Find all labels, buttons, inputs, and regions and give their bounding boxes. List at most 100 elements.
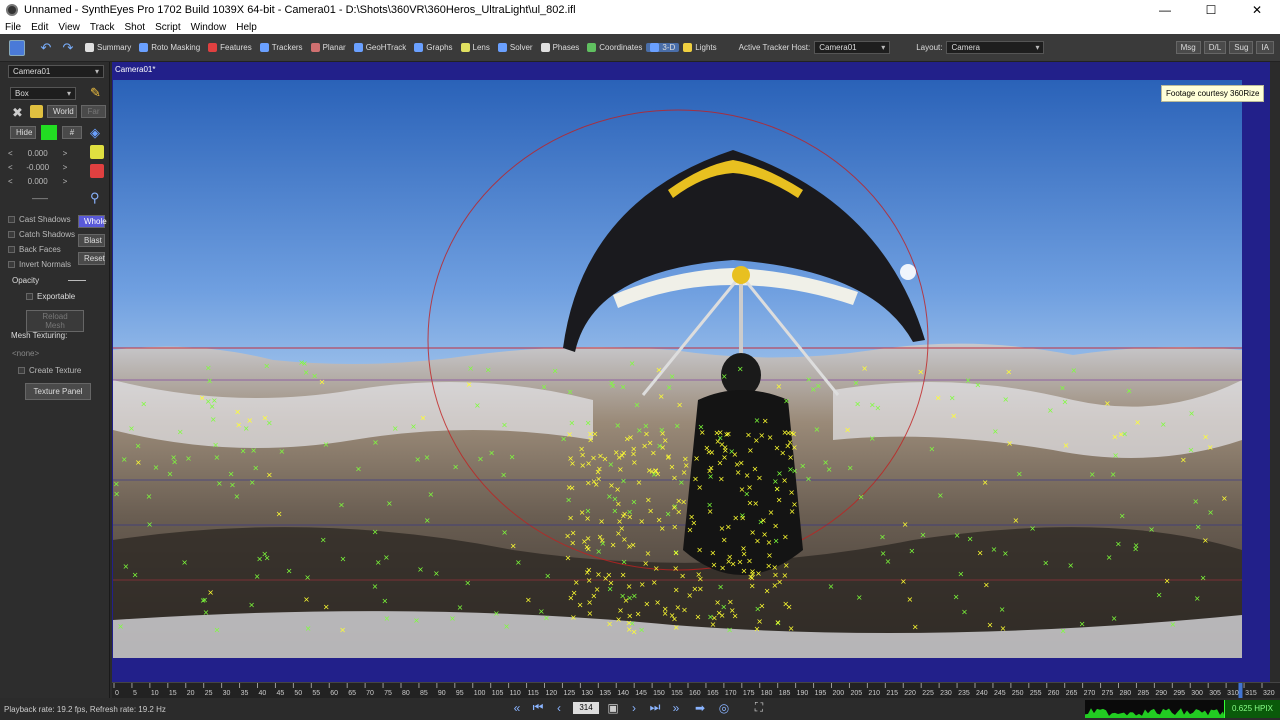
tracker-marker[interactable]: × [602, 574, 609, 583]
tracker-marker[interactable]: × [544, 572, 551, 581]
tracker-marker[interactable]: × [961, 608, 968, 617]
tracker-marker[interactable]: × [1112, 432, 1119, 441]
tracker-marker[interactable]: × [609, 381, 616, 390]
tracker-marker[interactable]: × [305, 624, 312, 633]
timeline[interactable]: 0 5 10 15 20 25 30 35 40 45 50 55 60 65 70 75 80 85 90 95 10… [112, 682, 1280, 699]
tracker-marker[interactable]: × [477, 455, 484, 464]
tracker-marker[interactable]: × [606, 492, 613, 501]
tracker-marker[interactable]: × [1118, 430, 1125, 439]
tracker-marker[interactable]: × [719, 563, 726, 572]
tracker-marker[interactable]: × [276, 510, 283, 519]
tracker-marker[interactable]: × [635, 610, 642, 619]
toolbar-solver[interactable]: Solver [494, 43, 537, 52]
tracker-marker[interactable]: × [715, 437, 722, 446]
tracker-marker[interactable]: × [774, 485, 781, 494]
tracker-marker[interactable]: × [697, 584, 704, 593]
tracker-marker[interactable]: × [645, 495, 652, 504]
tracker-marker[interactable]: × [784, 441, 791, 450]
tracker-marker[interactable]: × [303, 595, 310, 604]
tracker-marker[interactable]: × [650, 448, 657, 457]
tracker-marker[interactable]: × [146, 520, 153, 529]
tracker-marker[interactable]: × [659, 524, 666, 533]
tracker-marker[interactable]: × [420, 414, 427, 423]
tracker-marker[interactable]: × [503, 622, 510, 631]
tracker-marker[interactable]: × [772, 522, 779, 531]
tracker-marker[interactable]: × [128, 424, 135, 433]
tracker-marker[interactable]: × [669, 372, 676, 381]
tracker-marker[interactable]: × [613, 448, 620, 457]
tracker-marker[interactable]: × [759, 602, 766, 611]
tracker-marker[interactable]: × [248, 601, 255, 610]
tracker-marker[interactable]: × [579, 461, 586, 470]
tracker-marker[interactable]: × [599, 536, 606, 545]
tracker-marker[interactable]: × [428, 490, 435, 499]
tracker-marker[interactable]: × [902, 520, 909, 529]
tracker-marker[interactable]: × [775, 618, 782, 627]
tracker-marker[interactable]: × [414, 455, 421, 464]
y-increment[interactable]: > [63, 163, 68, 172]
z-increment[interactable]: > [63, 177, 68, 186]
tracker-marker[interactable]: × [999, 605, 1006, 614]
tracker-marker[interactable]: × [203, 608, 210, 617]
tracker-marker[interactable]: × [301, 359, 308, 368]
tracker-marker[interactable]: × [608, 481, 615, 490]
tracker-marker[interactable]: × [620, 477, 627, 486]
menu-file[interactable]: File [0, 22, 26, 33]
invert-normals-checkbox[interactable] [8, 261, 15, 268]
tracker-marker[interactable]: × [766, 551, 773, 560]
tracker-marker[interactable]: × [584, 568, 591, 577]
x-decrement[interactable]: < [8, 149, 13, 158]
tracker-marker[interactable]: × [764, 586, 771, 595]
tracker-marker[interactable]: × [787, 453, 794, 462]
menu-script[interactable]: Script [150, 22, 186, 33]
tracker-marker[interactable]: × [146, 492, 153, 501]
tracker-marker[interactable]: × [1042, 559, 1049, 568]
tracker-marker[interactable]: × [311, 372, 318, 381]
transform-icon[interactable]: ◈ [90, 125, 100, 141]
tracker-marker[interactable]: × [719, 611, 726, 620]
tracker-marker[interactable]: × [861, 364, 868, 373]
tracker-marker[interactable]: × [665, 453, 672, 462]
tracker-marker[interactable]: × [900, 577, 907, 586]
tracker-marker[interactable]: × [1106, 553, 1113, 562]
tracker-marker[interactable]: × [636, 426, 643, 435]
object-type-select[interactable]: Box [10, 87, 76, 100]
tracker-marker[interactable]: × [958, 569, 965, 578]
tracker-marker[interactable]: × [1202, 536, 1209, 545]
tracker-marker[interactable]: × [200, 596, 207, 605]
pick-icon[interactable]: ⚲ [90, 190, 100, 206]
hide-button[interactable]: Hide [10, 126, 36, 139]
tracker-marker[interactable]: × [741, 567, 748, 576]
tracker-marker[interactable]: × [433, 569, 440, 578]
tracker-marker[interactable]: × [586, 576, 593, 585]
tracker-marker[interactable]: × [644, 600, 651, 609]
texture-panel-button[interactable]: Texture Panel [25, 383, 91, 400]
tracker-marker[interactable]: × [656, 366, 663, 375]
tracker-marker[interactable]: × [909, 546, 916, 555]
tracker-marker[interactable]: × [1111, 614, 1118, 623]
tracker-marker[interactable]: × [729, 606, 736, 615]
tracker-marker[interactable]: × [929, 444, 936, 453]
tracker-marker[interactable]: × [647, 506, 654, 515]
tracker-marker[interactable]: × [754, 416, 761, 425]
tracker-marker[interactable]: × [1221, 494, 1228, 503]
tracker-marker[interactable]: × [153, 463, 160, 472]
tracker-marker[interactable]: × [723, 430, 730, 439]
play-stop-icon[interactable]: ▣ [606, 701, 620, 715]
toolbar-coordinates[interactable]: Coordinates [583, 43, 646, 52]
tracker-marker[interactable]: × [671, 474, 678, 483]
tracker-marker[interactable]: × [739, 514, 746, 523]
tracker-marker[interactable]: × [1160, 420, 1167, 429]
tracker-marker[interactable]: × [747, 446, 754, 455]
ia-button[interactable]: IA [1256, 41, 1274, 54]
msg-button[interactable]: Msg [1175, 41, 1201, 54]
tracker-marker[interactable]: × [965, 376, 972, 385]
tracker-marker[interactable]: × [606, 619, 613, 628]
toolbar-features[interactable]: Features [204, 43, 256, 52]
tracker-marker[interactable]: × [121, 455, 128, 464]
tracker-marker[interactable]: × [671, 523, 678, 532]
tracker-marker[interactable]: × [953, 593, 960, 602]
tracker-marker[interactable]: × [199, 394, 206, 403]
tracker-marker[interactable]: × [323, 440, 330, 449]
far-button[interactable]: Far [81, 105, 106, 118]
